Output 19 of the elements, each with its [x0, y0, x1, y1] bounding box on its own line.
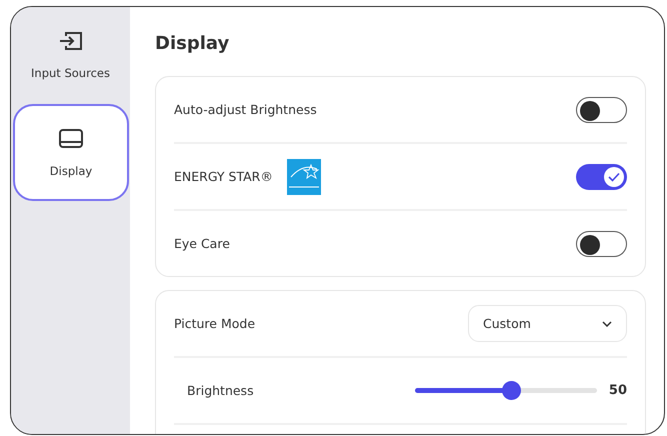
setting-label: Eye Care	[174, 236, 230, 251]
setting-label: Picture Mode	[174, 316, 256, 331]
toggle-switch[interactable]	[576, 230, 627, 256]
input-icon	[58, 30, 84, 52]
brightness-value: 50	[608, 383, 627, 398]
toggle-switch[interactable]	[576, 164, 627, 190]
sidebar-item[interactable]: Display	[13, 104, 129, 201]
setting-label: Auto-adjust Brightness	[174, 102, 317, 117]
slider-thumb[interactable]	[502, 381, 522, 400]
setting-label: Brightness	[187, 383, 254, 398]
picture-mode-dropdown[interactable]: Custom	[468, 305, 627, 342]
chevron-down-icon	[602, 320, 612, 326]
sidebar-item[interactable]: Input Sources	[11, 7, 130, 102]
check-icon	[608, 172, 620, 182]
page-title: Display	[155, 33, 230, 54]
setting-label: ENERGY STAR®	[174, 169, 273, 184]
display-icon	[58, 128, 84, 150]
brightness-slider[interactable]	[415, 381, 597, 400]
toggle-switch[interactable]	[576, 96, 627, 122]
